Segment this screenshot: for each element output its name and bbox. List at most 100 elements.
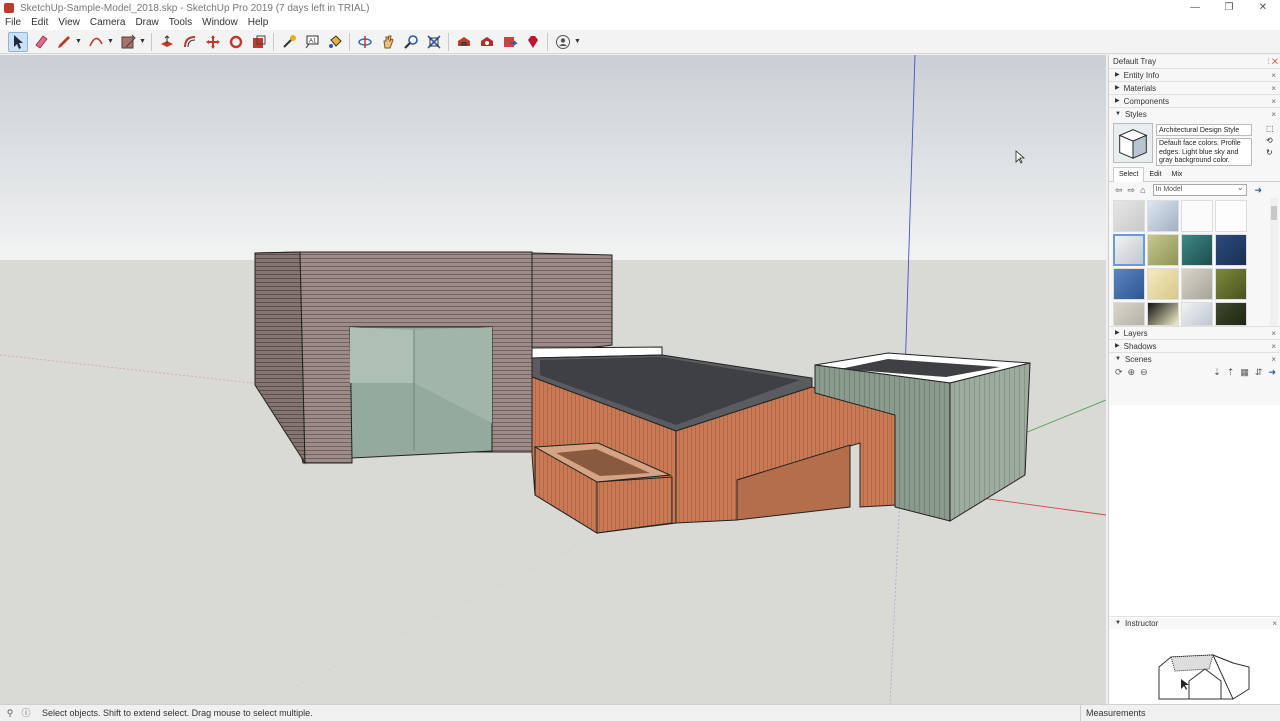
status-bar: ⚲ ⓘ Select objects. Shift to extend sele…	[0, 704, 1280, 721]
style-thumbnail-8[interactable]	[1215, 234, 1247, 266]
scenes-list-area[interactable]	[1109, 405, 1280, 618]
style-thumbnail-6[interactable]	[1147, 234, 1179, 266]
orbit-tool-button[interactable]	[355, 32, 375, 52]
tray-title-text: Default Tray	[1113, 57, 1157, 66]
panel-instructor[interactable]: ▼ Instructor ×	[1109, 616, 1280, 629]
panel-entity-info-label: Entity Info	[1123, 70, 1160, 80]
close-button[interactable]: ✕	[1246, 0, 1280, 16]
scale-tool-button[interactable]	[249, 32, 269, 52]
show-details-icon[interactable]: ⇵	[1255, 367, 1263, 378]
measurements-box[interactable]: Measurements	[1080, 704, 1280, 721]
remove-scene-icon[interactable]: ⊖	[1140, 367, 1148, 378]
status-message: Select objects. Shift to extend select. …	[42, 707, 313, 718]
style-thumbnail-13[interactable]	[1113, 302, 1145, 326]
rotate-tool-button[interactable]	[226, 32, 246, 52]
account-dropdown-icon[interactable]: ▼	[574, 38, 581, 45]
style-thumbnail-12[interactable]	[1215, 268, 1247, 300]
panel-scenes[interactable]: ▼ Scenes ×	[1109, 352, 1280, 365]
menu-help[interactable]: Help	[243, 16, 274, 30]
add-scene-icon[interactable]: ⊕	[1128, 367, 1136, 378]
arc-dropdown-icon[interactable]: ▼	[107, 38, 114, 45]
credits-icon[interactable]: ⓘ	[20, 707, 32, 719]
style-thumbnail-7[interactable]	[1181, 234, 1213, 266]
back-icon[interactable]: ⇦	[1115, 185, 1123, 196]
update-style-icon[interactable]: ⟲	[1266, 136, 1276, 145]
text-tool-button[interactable]: A1	[302, 32, 322, 52]
panel-components[interactable]: ▶ Components ×	[1109, 94, 1280, 107]
details-arrow-icon[interactable]: ➜	[1255, 185, 1263, 196]
collection-dropdown[interactable]: In Model	[1152, 183, 1247, 196]
style-thumbnail-2[interactable]	[1147, 200, 1179, 232]
tab-edit[interactable]: Edit	[1144, 168, 1166, 182]
extension-warehouse-button[interactable]	[477, 32, 497, 52]
eraser-tool-button[interactable]	[31, 32, 51, 52]
menu-window[interactable]: Window	[197, 16, 243, 30]
styles-tabs: Select Edit Mix	[1109, 167, 1280, 182]
refresh-style-icon[interactable]: ↻	[1266, 148, 1276, 157]
pencil-dropdown-icon[interactable]: ▼	[75, 38, 82, 45]
style-thumbnail-4[interactable]	[1215, 200, 1247, 232]
create-style-icon[interactable]: ⬚	[1266, 124, 1276, 133]
tab-select[interactable]: Select	[1113, 167, 1145, 182]
paint-bucket-tool-button[interactable]	[325, 32, 345, 52]
panel-shadows[interactable]: ▶ Shadows ×	[1109, 339, 1280, 352]
shapes-dropdown-icon[interactable]: ▼	[139, 38, 146, 45]
update-scene-icon[interactable]: ⟳	[1115, 367, 1123, 378]
style-thumbnail-15[interactable]	[1181, 302, 1213, 326]
tab-mix[interactable]: Mix	[1167, 168, 1188, 182]
style-thumbnail-9[interactable]	[1113, 268, 1145, 300]
scene-details-arrow-icon[interactable]: ➜	[1268, 367, 1276, 378]
style-thumbnail-16[interactable]	[1215, 302, 1247, 326]
panel-styles[interactable]: ▼ Styles ×	[1109, 107, 1280, 120]
view-options-icon[interactable]: ▦	[1240, 367, 1249, 378]
menu-file[interactable]: File	[0, 16, 26, 30]
style-thumbnail-3[interactable]	[1181, 200, 1213, 232]
3d-modeling-viewport[interactable]	[0, 55, 1106, 704]
arc-tool-button[interactable]	[86, 32, 106, 52]
style-thumbnail-10[interactable]	[1147, 268, 1179, 300]
style-thumbnail-1[interactable]	[1113, 200, 1145, 232]
model-scene[interactable]	[0, 55, 1106, 704]
push-pull-tool-button[interactable]	[157, 32, 177, 52]
panel-styles-label: Styles	[1124, 109, 1147, 119]
send-to-layout-button[interactable]	[500, 32, 520, 52]
menu-camera[interactable]: Camera	[85, 16, 131, 30]
menu-draw[interactable]: Draw	[130, 16, 163, 30]
menu-tools[interactable]: Tools	[164, 16, 197, 30]
move-scene-up-icon[interactable]: ⇡	[1227, 367, 1235, 378]
minimize-button[interactable]: —	[1178, 0, 1212, 16]
extension-warehouse-icon	[480, 36, 493, 46]
account-button[interactable]	[553, 32, 573, 52]
style-thumbnail-5[interactable]	[1113, 234, 1145, 266]
sky-background	[0, 55, 1106, 260]
style-name-field[interactable]: Architectural Design Style	[1156, 124, 1252, 136]
styles-grid-scrollbar[interactable]	[1270, 198, 1278, 326]
panel-materials[interactable]: ▶ Materials ×	[1109, 81, 1280, 94]
scrollbar-thumb[interactable]	[1271, 206, 1277, 220]
zoom-tool-button[interactable]	[401, 32, 421, 52]
rectangle-tool-button[interactable]	[118, 32, 138, 52]
style-thumbnail-11[interactable]	[1181, 268, 1213, 300]
pan-tool-button[interactable]	[378, 32, 398, 52]
select-tool-button[interactable]	[7, 31, 28, 52]
3d-warehouse-button[interactable]	[454, 32, 474, 52]
geo-location-icon[interactable]: ⚲	[4, 707, 16, 719]
pencil-tool-button[interactable]	[54, 32, 74, 52]
style-description-field[interactable]: Default face colors. Profile edges. Ligh…	[1156, 138, 1252, 166]
move-scene-down-icon[interactable]: ⇣	[1213, 367, 1221, 378]
tray-pin-close-icons[interactable]: ⫶ ✕	[1268, 55, 1278, 68]
style-thumbnail-14[interactable]	[1147, 302, 1179, 326]
home-icon[interactable]: ⌂	[1140, 185, 1145, 195]
zoom-extents-tool-button[interactable]	[424, 32, 444, 52]
menu-edit[interactable]: Edit	[26, 16, 53, 30]
restore-button[interactable]: ❐	[1212, 0, 1246, 16]
tape-measure-tool-button[interactable]	[279, 32, 299, 52]
move-tool-button[interactable]	[203, 32, 223, 52]
offset-tool-button[interactable]	[180, 32, 200, 52]
panel-layers[interactable]: ▶ Layers ×	[1109, 326, 1280, 339]
panel-components-label: Components	[1123, 96, 1169, 106]
menu-view[interactable]: View	[53, 16, 85, 30]
forward-icon[interactable]: ⇨	[1128, 185, 1136, 196]
ruby-console-button[interactable]	[523, 32, 543, 52]
panel-entity-info[interactable]: ▶ Entity Info ×	[1109, 68, 1280, 81]
